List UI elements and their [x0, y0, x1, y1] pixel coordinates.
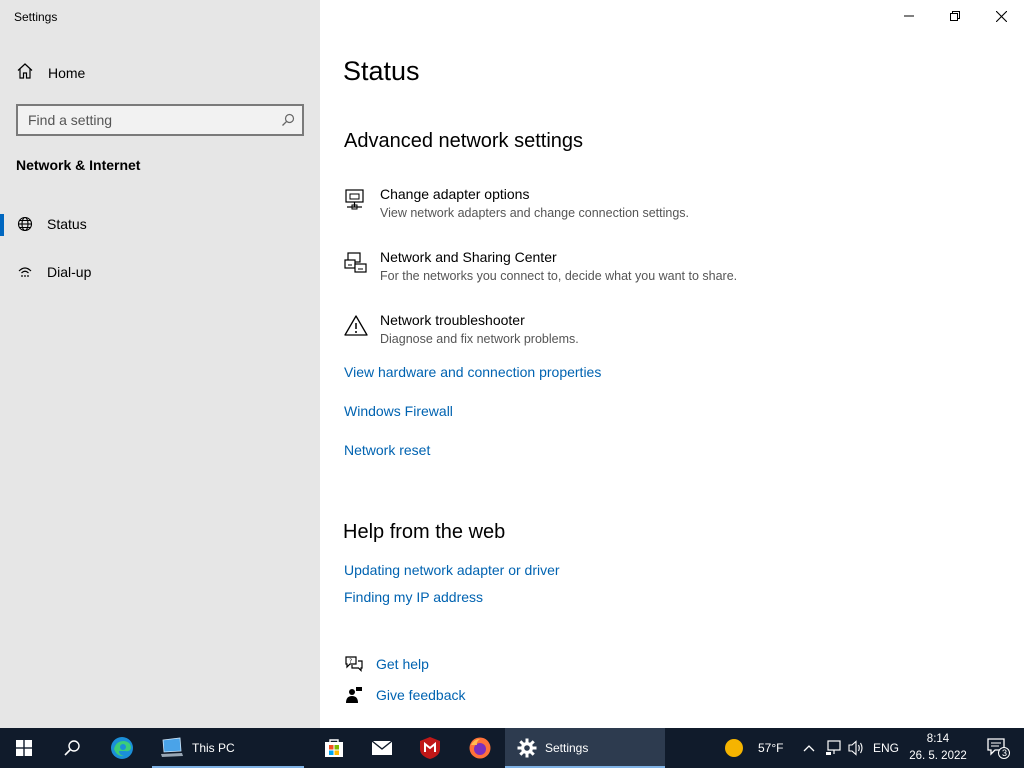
volume-tray-button[interactable]: [846, 728, 868, 768]
network-troubleshooter[interactable]: Network troubleshooter Diagnose and fix …: [344, 312, 944, 360]
sharing-center-title: Network and Sharing Center: [380, 249, 557, 265]
app-title: Settings: [14, 10, 58, 24]
dialup-icon: [16, 263, 34, 281]
main-content: Status Advanced network settings Change …: [320, 0, 1024, 728]
action-center-button[interactable]: 3: [978, 728, 1018, 768]
gear-icon: [517, 738, 537, 758]
minimize-button[interactable]: [886, 0, 932, 32]
home-icon: [16, 62, 34, 85]
firefox-button[interactable]: [456, 728, 504, 768]
clock-date: 26. 5. 2022: [909, 750, 967, 762]
minimize-icon: [904, 15, 914, 17]
taskbar: This PC Settings 57°F ENG 8:14 26. 5. 20…: [0, 728, 1024, 768]
give-feedback-label: Give feedback: [376, 687, 466, 703]
get-help-link[interactable]: ? Get help: [344, 653, 429, 675]
chat-help-icon: ?: [344, 654, 364, 674]
search-icon[interactable]: [274, 113, 302, 127]
page-title: Status: [343, 56, 420, 86]
edge-button[interactable]: [98, 728, 146, 768]
troubleshooter-title: Network troubleshooter: [380, 312, 525, 328]
updating-adapter-link[interactable]: Updating network adapter or driver: [344, 562, 560, 578]
sidebar-item-label: Status: [47, 216, 87, 232]
adapter-title: Change adapter options: [380, 186, 530, 202]
store-button[interactable]: [310, 728, 358, 768]
home-nav[interactable]: Home: [16, 62, 85, 84]
sun-icon: [725, 739, 743, 757]
section-title: Network & Internet: [16, 157, 141, 173]
taskbar-settings[interactable]: Settings: [505, 728, 665, 768]
svg-text:?: ?: [349, 658, 352, 665]
adapter-icon: [344, 188, 368, 212]
advanced-heading: Advanced network settings: [344, 130, 584, 152]
start-button[interactable]: [0, 728, 48, 768]
settings-label: Settings: [545, 741, 589, 755]
windows-icon: [16, 740, 32, 756]
search-icon: [64, 740, 80, 756]
taskbar-this-pc[interactable]: This PC: [152, 728, 304, 768]
globe-icon: [16, 215, 34, 233]
chevron-up-icon: [803, 745, 815, 752]
restore-button[interactable]: [932, 0, 978, 32]
get-help-label: Get help: [376, 656, 429, 672]
finding-ip-link[interactable]: Finding my IP address: [344, 589, 483, 605]
search-input[interactable]: [18, 112, 274, 128]
notification-count: 3: [1002, 748, 1008, 758]
this-pc-icon: [161, 737, 183, 757]
mcafee-icon: [420, 737, 440, 759]
troubleshooter-desc: Diagnose and fix network problems.: [380, 332, 579, 346]
weather-widget[interactable]: 57°F: [724, 728, 792, 768]
speaker-icon: [848, 740, 863, 756]
clock[interactable]: 8:14 26. 5. 2022: [900, 731, 976, 765]
sidebar-item-status[interactable]: Status: [0, 204, 320, 244]
weather-temp: 57°F: [758, 741, 784, 755]
adapter-desc: View network adapters and change connect…: [380, 206, 689, 220]
clock-time: 8:14: [926, 733, 950, 745]
windows-firewall-link[interactable]: Windows Firewall: [344, 403, 453, 419]
warning-icon: [344, 314, 368, 338]
this-pc-label: This PC: [192, 741, 235, 755]
network-tray-button[interactable]: [822, 728, 846, 768]
mail-button[interactable]: [358, 728, 406, 768]
close-button[interactable]: [978, 0, 1024, 32]
mail-icon: [371, 740, 393, 755]
mcafee-button[interactable]: [406, 728, 454, 768]
show-hidden-icons[interactable]: [798, 728, 820, 768]
help-heading: Help from the web: [343, 521, 506, 543]
feedback-icon: [344, 685, 364, 705]
change-adapter-options[interactable]: Change adapter options View network adap…: [344, 186, 944, 234]
sidebar-item-label: Dial-up: [47, 264, 92, 280]
network-sharing-center[interactable]: Network and Sharing Center For the netwo…: [344, 249, 944, 297]
store-icon: [325, 739, 343, 757]
give-feedback-link[interactable]: Give feedback: [344, 684, 466, 706]
sharing-center-icon: [344, 251, 368, 275]
sidebar: Settings Home Network & Internet Status …: [0, 0, 320, 728]
sidebar-item-dialup[interactable]: Dial-up: [0, 252, 320, 292]
sharing-center-desc: For the networks you connect to, decide …: [380, 269, 738, 283]
firefox-icon: [469, 737, 491, 759]
language-indicator[interactable]: ENG: [870, 728, 902, 768]
view-hardware-link[interactable]: View hardware and connection properties: [344, 364, 601, 380]
network-reset-link[interactable]: Network reset: [344, 442, 430, 458]
close-icon: [995, 10, 1007, 22]
ethernet-icon: [826, 740, 841, 755]
search-box[interactable]: [16, 104, 304, 136]
edge-icon: [111, 737, 133, 759]
restore-icon: [950, 11, 960, 21]
home-label: Home: [48, 65, 86, 81]
language-label: ENG: [872, 741, 899, 755]
taskbar-search-button[interactable]: [48, 728, 96, 768]
